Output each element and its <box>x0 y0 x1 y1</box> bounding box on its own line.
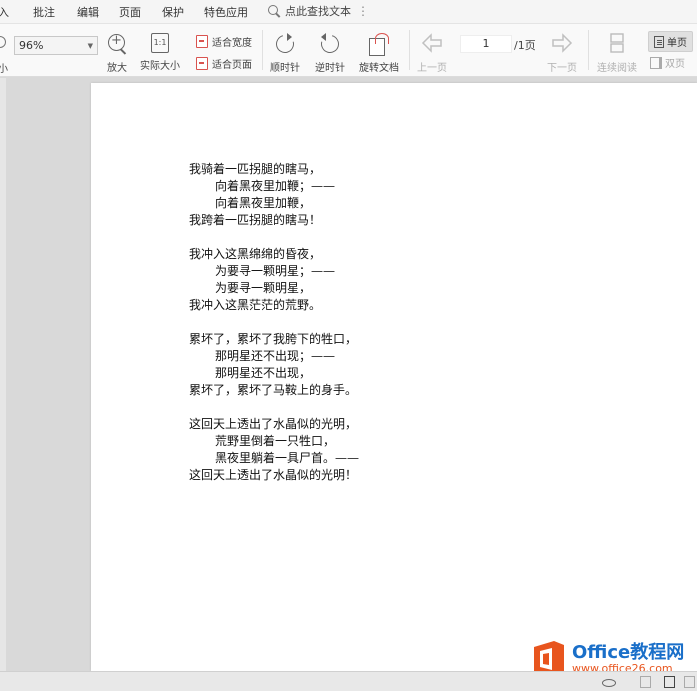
poem-line: 向着黑夜里加鞭；—— <box>215 179 336 193</box>
poem-line: 向着黑夜里加鞭， <box>215 196 312 210</box>
total-pages: /1页 <box>514 39 536 52</box>
menu-protect[interactable]: 保护 <box>162 4 184 20</box>
rotate-document-label: 旋转文档 <box>359 63 399 74</box>
double-page-button[interactable]: 双页 <box>650 55 685 70</box>
continuous-view-icon[interactable] <box>640 676 651 688</box>
zoom-level-value: 96% <box>19 39 44 52</box>
menu-insert[interactable]: 入 <box>0 4 9 20</box>
double-page-view-icon[interactable] <box>684 676 695 688</box>
chevron-down-icon: ▼ <box>87 41 93 50</box>
zoom-level-select[interactable]: 96% ▼ <box>14 36 98 55</box>
continuous-pages-icon <box>610 33 624 53</box>
zoom-in-button[interactable]: 放大 <box>106 33 128 74</box>
arrow-left-icon <box>421 33 442 53</box>
poem-line: 这回天上透出了水晶似的光明， <box>189 417 358 431</box>
poem-line: 累坏了，累坏了马鞍上的身手。 <box>189 383 358 397</box>
poem-line: 为要寻一颗明星；—— <box>215 264 336 278</box>
continuous-reading-button[interactable]: 连续阅读 <box>597 33 637 74</box>
rotate-document-icon <box>368 33 390 56</box>
continuous-reading-label: 连续阅读 <box>597 63 637 74</box>
fit-width-label: 适合宽度 <box>212 38 252 49</box>
menu-edit[interactable]: 编辑 <box>77 4 99 20</box>
rotate-clockwise-button[interactable]: 顺时针 <box>270 33 300 74</box>
single-page-label: 单页 <box>667 38 687 49</box>
fit-width-icon <box>196 35 208 48</box>
zoom-in-label: 放大 <box>107 63 127 74</box>
next-page-button[interactable]: 下一页 <box>547 33 577 74</box>
poem-line: 我冲入这黑茫茫的荒野。 <box>189 298 322 312</box>
fit-page-button[interactable]: 适合页面 <box>196 56 252 71</box>
poem-line: 那明星还不出现， <box>215 366 312 380</box>
eye-icon[interactable] <box>602 679 616 687</box>
single-page-button[interactable]: 单页 <box>648 31 693 52</box>
double-page-icon <box>650 56 662 69</box>
fit-page-icon <box>196 57 208 70</box>
menu-special-apps[interactable]: 特色应用 <box>204 4 248 20</box>
poem-line: 那明星还不出现；—— <box>215 349 336 363</box>
poem-line: 累坏了，累坏了我胯下的牲口， <box>189 332 358 346</box>
menu-annotate[interactable]: 批注 <box>33 4 55 20</box>
stanza-3: 累坏了，累坏了我胯下的牲口， 那明星还不出现；—— 那明星还不出现， 累坏了，累… <box>189 331 359 399</box>
fit-page-label: 适合页面 <box>212 60 252 71</box>
poem-line: 荒野里倒着一只牲口， <box>215 434 336 448</box>
poem-line: 黑夜里躺着一具尸首。—— <box>215 451 360 465</box>
poem-line: 这回天上透出了水晶似的光明！ <box>189 468 358 482</box>
zoom-out-icon[interactable] <box>0 36 6 48</box>
rotate-counterclockwise-button[interactable]: 逆时针 <box>315 33 345 74</box>
actual-size-label: 实际大小 <box>140 61 180 72</box>
toolbar-divider <box>262 30 263 70</box>
single-page-icon <box>654 35 664 48</box>
toolbar-divider <box>409 30 410 70</box>
actual-size-icon: 1:1 <box>151 33 169 53</box>
menu-bar: 入 批注 编辑 页面 保护 特色应用 点此查找文本 ⋮ <box>0 0 697 24</box>
rotate-clockwise-icon <box>274 33 296 55</box>
rotate-counterclockwise-icon <box>319 33 341 55</box>
actual-size-button[interactable]: 1:1 实际大小 <box>140 33 180 72</box>
zoom-in-icon <box>106 33 128 55</box>
previous-page-button[interactable]: 上一页 <box>417 33 447 74</box>
document-viewport[interactable]: 我骑着一匹拐腿的瞎马， 向着黑夜里加鞭；—— 向着黑夜里加鞭， 我跨着一匹拐腿的… <box>0 78 697 671</box>
stanza-2: 我冲入这黑绵绵的昏夜， 为要寻一颗明星；—— 为要寻一颗明星， 我冲入这黑茫茫的… <box>189 246 359 314</box>
search-icon <box>268 4 281 18</box>
document-page: 我骑着一匹拐腿的瞎马， 向着黑夜里加鞭；—— 向着黑夜里加鞭， 我跨着一匹拐腿的… <box>91 83 697 671</box>
poem-line: 我跨着一匹拐腿的瞎马！ <box>189 213 322 227</box>
zoom-out-label[interactable]: 小 <box>0 60 8 75</box>
toolbar: 小 96% ▼ 放大 1:1 实际大小 适合宽度 适合页面 顺时针 逆时针 旋转… <box>0 24 697 77</box>
stanza-4: 这回天上透出了水晶似的光明， 荒野里倒着一只牲口， 黑夜里躺着一具尸首。—— 这… <box>189 416 359 484</box>
rotate-clockwise-label: 顺时针 <box>270 63 300 74</box>
toolbar-divider <box>588 30 589 70</box>
rotate-document-button[interactable]: 旋转文档 <box>359 33 399 74</box>
more-options-icon[interactable]: ⋮ <box>357 4 369 18</box>
status-bar <box>0 671 697 691</box>
find-text-search[interactable]: 点此查找文本 ⋮ <box>268 3 369 19</box>
single-page-view-icon[interactable] <box>664 676 675 688</box>
previous-page-label: 上一页 <box>417 63 447 74</box>
left-panel-edge <box>0 78 6 671</box>
current-page-input[interactable]: 1 <box>460 35 512 53</box>
arrow-right-icon <box>552 33 573 53</box>
next-page-label: 下一页 <box>547 63 577 74</box>
double-page-label: 双页 <box>665 59 685 70</box>
poem-line: 为要寻一颗明星， <box>215 281 312 295</box>
poem-line: 我冲入这黑绵绵的昏夜， <box>189 247 322 261</box>
watermark-title: Office教程网 <box>572 642 685 663</box>
poem-line: 我骑着一匹拐腿的瞎马， <box>189 162 322 176</box>
menu-page[interactable]: 页面 <box>119 4 141 20</box>
stanza-1: 我骑着一匹拐腿的瞎马， 向着黑夜里加鞭；—— 向着黑夜里加鞭， 我跨着一匹拐腿的… <box>189 161 359 229</box>
search-label: 点此查找文本 <box>285 5 351 18</box>
poem-text: 我骑着一匹拐腿的瞎马， 向着黑夜里加鞭；—— 向着黑夜里加鞭， 我跨着一匹拐腿的… <box>189 161 359 501</box>
rotate-counterclockwise-label: 逆时针 <box>315 63 345 74</box>
fit-width-button[interactable]: 适合宽度 <box>196 34 252 49</box>
